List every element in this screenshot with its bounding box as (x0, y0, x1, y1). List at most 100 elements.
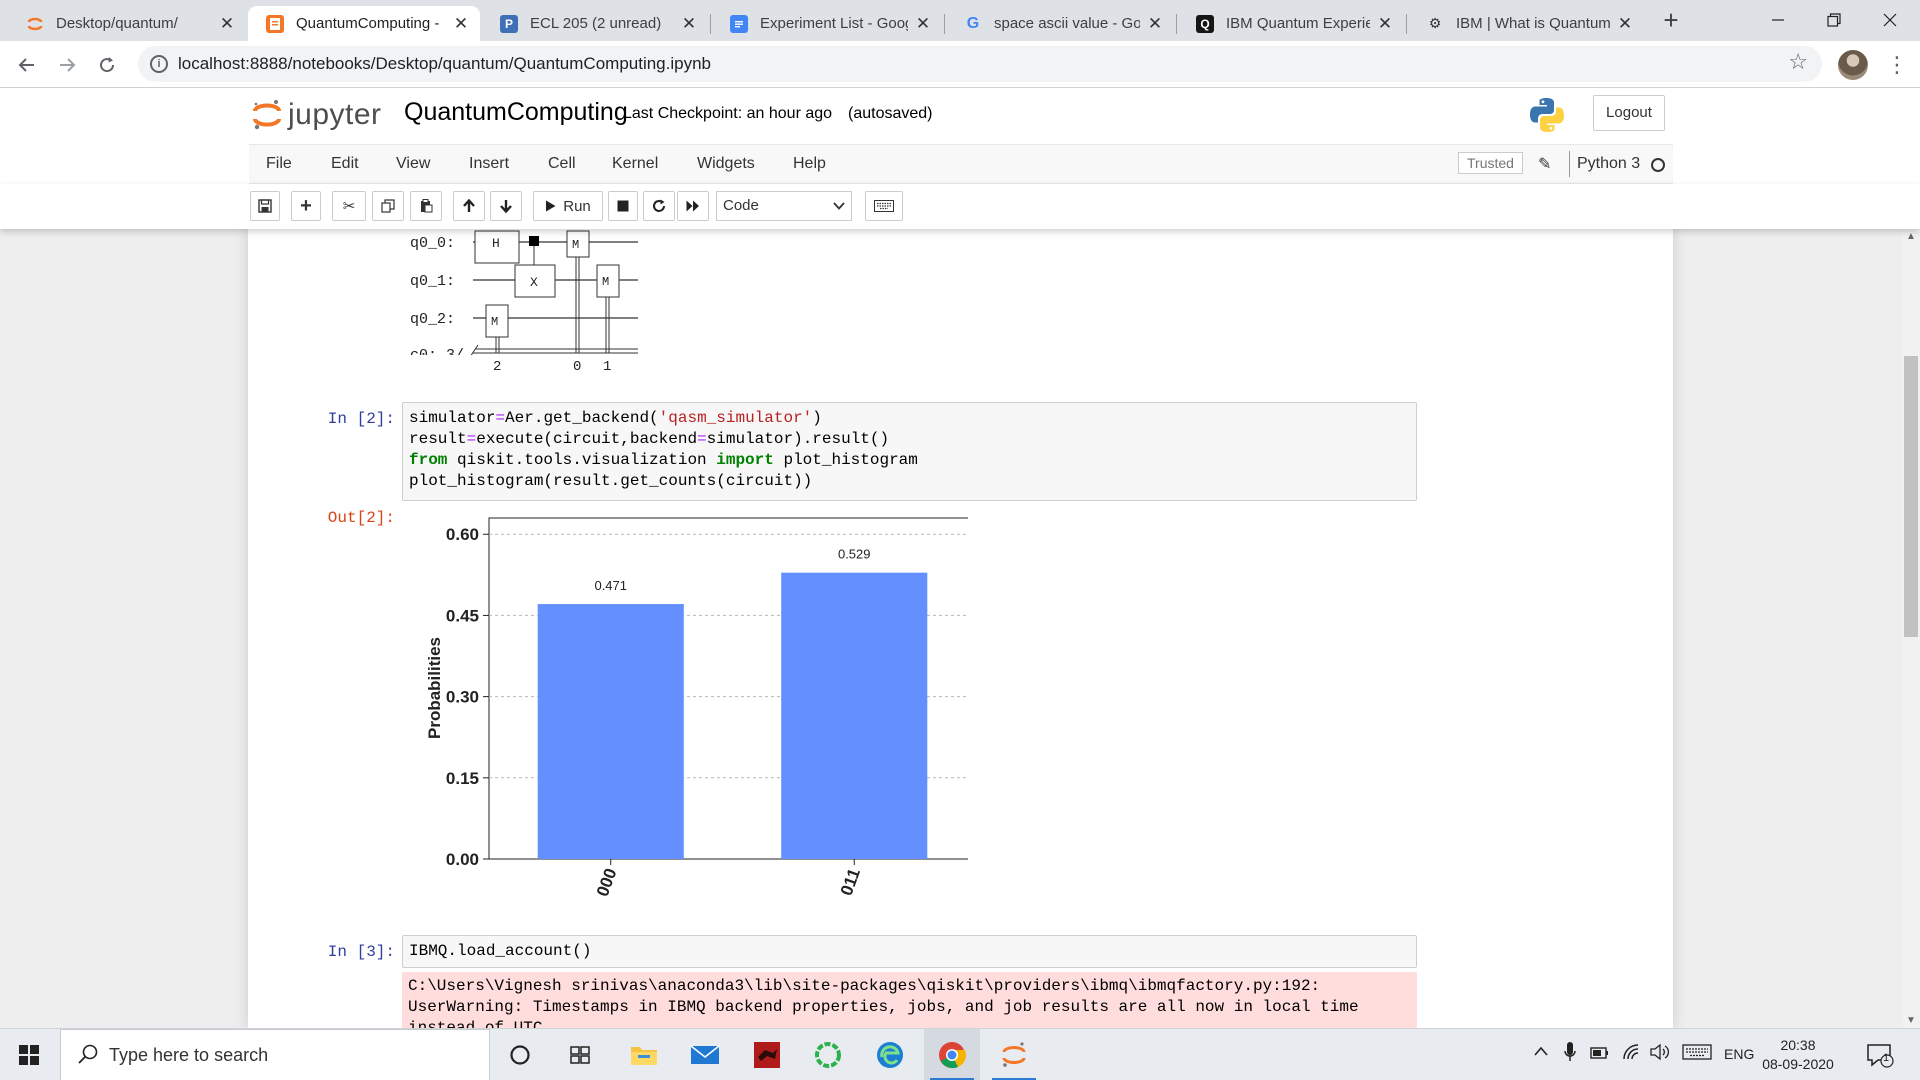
wire-label-q0-1: q0_1: (410, 273, 455, 290)
code-token: plot_histogram(result.get_counts(circuit… (409, 472, 813, 490)
cell-type-select[interactable]: Code (716, 191, 852, 221)
menu-cell[interactable]: Cell (548, 155, 576, 173)
code-token: 'qasm_simulator' (658, 409, 813, 427)
edge-icon[interactable] (862, 1029, 918, 1080)
notebook-area[interactable]: q0_0: q0_1: q0_2: c0: 3/ H X (0, 229, 1902, 1028)
menu-insert[interactable]: Insert (469, 155, 509, 173)
menu-view[interactable]: View (396, 155, 430, 173)
microphone-icon[interactable] (1564, 1041, 1576, 1067)
code-line: result=execute(circuit,backend=simulator… (409, 429, 1410, 450)
code-token: from (409, 451, 448, 469)
add-cell-icon[interactable]: + (291, 191, 321, 221)
x-gate-label: X (530, 275, 538, 290)
code-cell-3[interactable]: IBMQ.load_account() (402, 935, 1417, 968)
mail-icon[interactable] (677, 1029, 733, 1080)
pencil-icon[interactable]: ✎ (1538, 154, 1551, 174)
copy-icon[interactable] (372, 191, 404, 221)
task-view-icon[interactable] (552, 1029, 608, 1080)
tab-ibm-what-is-quantum[interactable]: ⚙ IBM | What is Quantum ✕ (1408, 6, 1644, 41)
restore-icon[interactable] (1806, 0, 1862, 40)
back-icon[interactable] (12, 50, 42, 80)
keyboard-icon[interactable] (865, 191, 903, 221)
vertical-scrollbar[interactable]: ▲ ▼ (1902, 229, 1920, 1028)
close-icon[interactable]: ✕ (1146, 14, 1164, 34)
scrollbar-thumb[interactable] (1904, 356, 1918, 637)
chrome-icon[interactable] (924, 1029, 980, 1080)
scroll-down-icon[interactable]: ▼ (1902, 1015, 1920, 1026)
address-bar: i localhost:8888/notebooks/Desktop/quant… (0, 41, 1920, 88)
omnibox[interactable]: i localhost:8888/notebooks/Desktop/quant… (138, 46, 1822, 82)
logout-button[interactable]: Logout (1593, 95, 1665, 131)
wifi-icon[interactable] (1622, 1043, 1642, 1065)
run-button[interactable]: Run (533, 191, 603, 221)
menu-kernel[interactable]: Kernel (612, 155, 658, 173)
close-icon[interactable]: ✕ (452, 14, 470, 34)
battery-icon[interactable] (1590, 1043, 1610, 1065)
browser-tab-bar: Desktop/quantum/ ✕ QuantumComputing - ✕ … (0, 0, 1920, 41)
tab-ibm-quantum-experience[interactable]: Q IBM Quantum Experien ✕ (1178, 6, 1404, 41)
move-down-icon[interactable] (490, 191, 522, 221)
scroll-up-icon[interactable]: ▲ (1902, 231, 1920, 242)
code-token: = (495, 409, 506, 427)
taskbar-search[interactable]: Type here to search (60, 1029, 490, 1080)
green-ring-icon[interactable] (800, 1029, 856, 1080)
menu-edit[interactable]: Edit (331, 155, 359, 173)
notebook-name[interactable]: QuantumComputing (404, 98, 628, 127)
forward-icon[interactable] (52, 50, 82, 80)
menu-file[interactable]: File (266, 155, 292, 173)
volume-icon[interactable] (1650, 1043, 1670, 1065)
close-icon[interactable]: ✕ (1616, 14, 1634, 34)
tab-ecl205[interactable]: P ECL 205 (2 unread) ✕ (482, 6, 708, 41)
tab-desktop-quantum[interactable]: Desktop/quantum/ ✕ (8, 6, 246, 41)
cut-icon[interactable]: ✂ (332, 191, 366, 221)
close-icon[interactable]: ✕ (914, 14, 932, 34)
m-gate-label: M (602, 275, 609, 289)
app-red-icon[interactable] (739, 1029, 795, 1080)
fast-forward-icon[interactable] (677, 191, 709, 221)
tab-space-ascii[interactable]: G space ascii value - Goo ✕ (946, 6, 1174, 41)
chevron-up-icon[interactable] (1534, 1043, 1548, 1059)
code-token: result (409, 430, 467, 448)
close-window-icon[interactable] (1862, 0, 1918, 40)
more-icon[interactable]: ⋮ (1886, 51, 1908, 79)
file-explorer-icon[interactable] (616, 1029, 672, 1080)
menu-widgets[interactable]: Widgets (697, 155, 755, 173)
clock[interactable]: 20:38 08-09-2020 (1756, 1036, 1840, 1074)
run-label: Run (563, 197, 591, 215)
windows-start-icon[interactable] (0, 1029, 58, 1080)
star-icon[interactable]: ☆ (1788, 49, 1808, 75)
code-cell-2[interactable]: simulator=Aer.get_backend('qasm_simulato… (402, 402, 1417, 501)
menu-help[interactable]: Help (793, 155, 826, 173)
new-tab-button[interactable]: + (1656, 6, 1686, 36)
stop-icon[interactable] (608, 191, 638, 221)
paste-icon[interactable] (410, 191, 442, 221)
avatar[interactable] (1838, 50, 1868, 80)
p-icon: P (500, 14, 518, 33)
restart-icon[interactable] (643, 191, 675, 221)
checkpoint-status: Last Checkpoint: an hour ago (623, 105, 833, 122)
tab-quantumcomputing[interactable]: QuantumComputing - ✕ (248, 6, 480, 41)
close-icon[interactable]: ✕ (218, 14, 236, 34)
url-text[interactable]: localhost:8888/notebooks/Desktop/quantum… (178, 54, 711, 74)
in-prompt-3: In [3]: (327, 943, 395, 961)
code-token: = (466, 430, 477, 448)
close-icon[interactable]: ✕ (680, 14, 698, 34)
reload-icon[interactable] (92, 50, 122, 80)
notification-icon[interactable]: 1 (1866, 1042, 1894, 1068)
trusted-badge[interactable]: Trusted (1458, 152, 1523, 174)
tab-experiment-list[interactable]: Experiment List - Goog ✕ (712, 6, 942, 41)
jupyter-logo[interactable]: jupyter (252, 98, 382, 132)
language-indicator[interactable]: ENG (1724, 1046, 1754, 1062)
jupyter-taskbar-icon[interactable] (986, 1029, 1042, 1080)
save-icon[interactable] (250, 191, 280, 221)
minimize-icon[interactable] (1750, 0, 1806, 40)
info-icon[interactable]: i (150, 55, 168, 73)
keyboard-layout-icon[interactable] (1682, 1043, 1712, 1065)
jupyter-menubar: File Edit View Insert Cell Kernel Widget… (0, 144, 1920, 184)
move-up-icon[interactable] (453, 191, 485, 221)
cortana-icon[interactable] (492, 1029, 548, 1080)
close-icon[interactable]: ✕ (1376, 14, 1394, 34)
kernel-name[interactable]: Python 3 (1577, 155, 1640, 173)
tab-title: Experiment List - Goog (760, 15, 908, 32)
notification-count: 1 (1883, 1052, 1890, 1064)
